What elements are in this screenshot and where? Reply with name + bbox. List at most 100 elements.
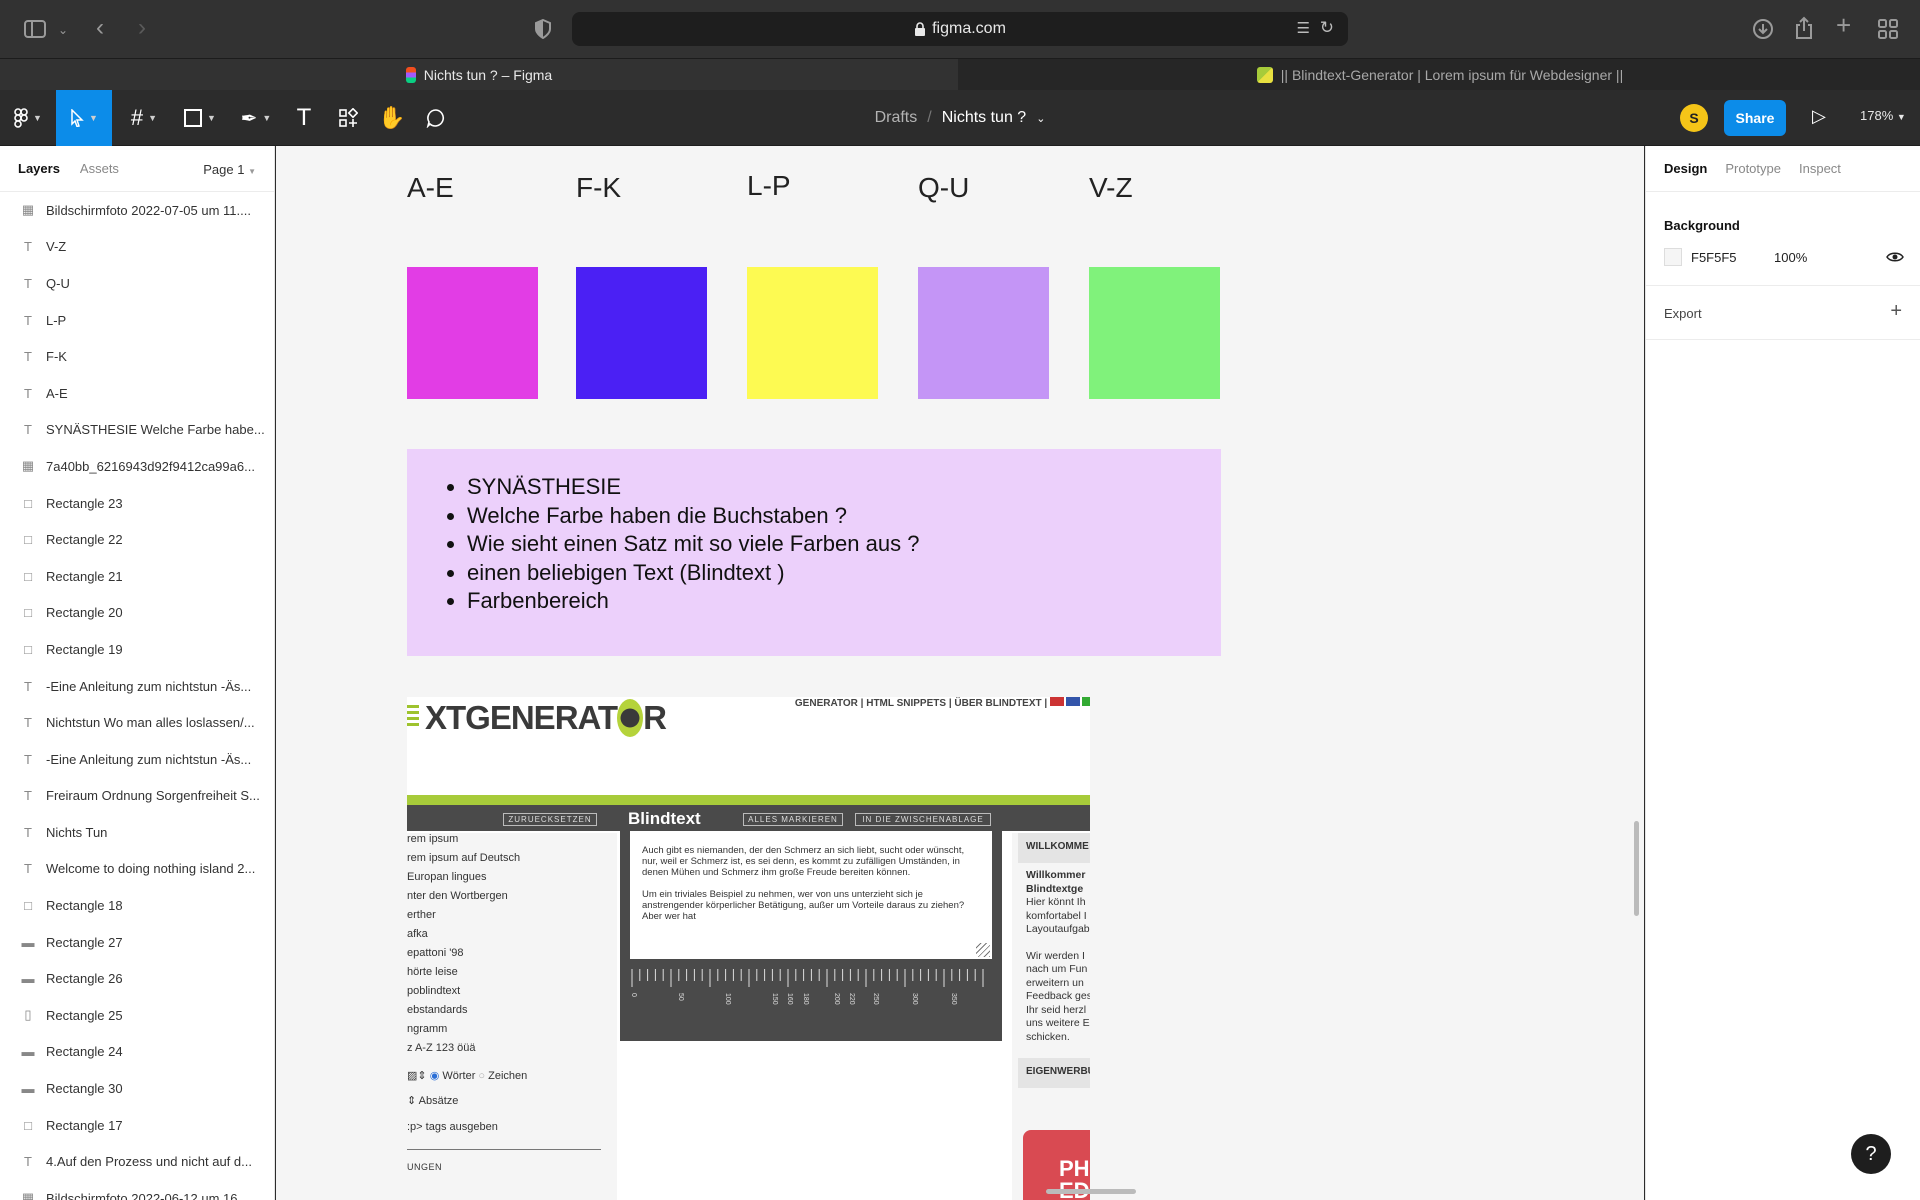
new-tab-icon[interactable]: + [1836,12,1851,38]
layer-row[interactable]: T Welcome to doing nothing island 2... [0,851,274,888]
tab-inspect[interactable]: Inspect [1799,161,1841,176]
chevron-down-icon[interactable]: ⌄ [1036,112,1045,125]
background-hex-input[interactable]: F5F5F5 [1691,250,1737,265]
swatch-label[interactable]: A-E [407,172,454,204]
file-name[interactable]: Nichts tun ? [942,109,1026,127]
color-swatch[interactable] [407,267,538,399]
layer-row[interactable]: ▬ Rectangle 27 [0,924,274,961]
synesthesia-text-box[interactable]: SYNÄSTHESIEWelche Farbe haben die Buchst… [407,449,1221,656]
zoom-level[interactable]: 178% ▼ [1860,108,1906,123]
layer-row[interactable]: □ Rectangle 19 [0,631,274,668]
layer-row[interactable]: □ Rectangle 23 [0,485,274,522]
embedded-screenshot[interactable]: XTGENERATOR GENERATOR | HTML SNIPPETS | … [407,697,1090,1200]
layer-row[interactable]: T -Eine Anleitung zum nichtstun -Äs... [0,741,274,778]
layer-row[interactable]: □ Rectangle 18 [0,887,274,924]
layer-row[interactable]: ▬ Rectangle 30 [0,1070,274,1107]
color-swatch[interactable] [1089,267,1220,399]
layer-name: Rectangle 30 [46,1081,123,1097]
text-tool[interactable]: T [284,90,324,146]
share-button[interactable]: Share [1724,100,1786,136]
layer-row[interactable]: ▯ Rectangle 25 [0,997,274,1034]
swatch-label[interactable]: V-Z [1089,172,1133,204]
layer-row[interactable]: ▬ Rectangle 24 [0,1034,274,1071]
layer-row[interactable]: T SYNÄSTHESIE Welche Farbe habe... [0,412,274,449]
vertical-scrollbar[interactable] [1634,821,1639,916]
layer-name: Rectangle 22 [46,532,123,548]
rectangle-layer-icon: □ [24,605,32,621]
lock-icon [915,22,926,36]
text-layer-icon: T [24,751,32,767]
tab-overview-icon[interactable] [1878,19,1898,43]
resources-tool[interactable] [328,90,368,146]
share-sheet-icon[interactable] [1794,16,1814,44]
background-color-swatch[interactable] [1664,248,1682,266]
swatch-label[interactable]: F-K [576,172,621,204]
swatch-label[interactable]: Q-U [918,172,969,204]
download-icon[interactable] [1752,18,1774,44]
embed-paragraph-1: Auch gibt es niemanden, der den Schmerz … [642,845,965,878]
layer-row[interactable]: T V-Z [0,229,274,266]
panel-tabs: Layers Assets Page 1 ▼ [0,146,274,192]
pen-tool[interactable]: ✒ ▼ [232,90,280,146]
layer-row[interactable]: T F-K [0,338,274,375]
layer-row[interactable]: T -Eine Anleitung zum nichtstun -Äs... [0,668,274,705]
tab-prototype[interactable]: Prototype [1725,161,1781,176]
layer-row[interactable]: T Freiraum Ordnung Sorgenfreiheit S... [0,778,274,815]
text-layer-icon: T [24,349,32,365]
comment-tool[interactable] [416,90,456,146]
back-arrow-icon[interactable]: ‹ [96,16,104,40]
page-selector[interactable]: Page 1 ▼ [203,162,256,177]
layer-row[interactable]: □ Rectangle 22 [0,521,274,558]
layer-row[interactable]: ▦ 7a40bb_6216943d92f9412ca99a6... [0,448,274,485]
layer-row[interactable]: T L-P [0,302,274,339]
eye-icon[interactable] [1886,250,1904,264]
embed-sidebar-item: erther [407,909,436,921]
tab-layers[interactable]: Layers [18,161,60,176]
layer-row[interactable]: □ Rectangle 20 [0,595,274,632]
color-swatch[interactable] [576,267,707,399]
bullet-item: SYNÄSTHESIE [467,473,919,502]
shape-tool[interactable]: ▼ [176,90,224,146]
present-play-icon[interactable]: ▷ [1812,106,1826,127]
tab-figma[interactable]: Nichts tun ? – Figma [0,59,958,91]
layer-row[interactable]: ▦ Bildschirmfoto 2022-06-12 um 16... [0,1180,274,1200]
layer-row[interactable]: □ Rectangle 17 [0,1107,274,1144]
welcome-line: schicken. [1026,1030,1070,1043]
layer-row[interactable]: □ Rectangle 21 [0,558,274,595]
chevron-down-icon: ▼ [207,113,216,123]
rectangle-layer-icon: □ [24,641,32,657]
forward-arrow-icon[interactable]: › [138,16,146,40]
shield-icon[interactable] [534,18,552,43]
help-button[interactable]: ? [1851,1134,1891,1174]
address-bar[interactable]: figma.com ☰ ↻ [572,12,1348,46]
background-opacity-input[interactable]: 100% [1774,250,1807,265]
tab-assets[interactable]: Assets [80,161,119,176]
layer-row[interactable]: ▬ Rectangle 26 [0,960,274,997]
layer-row[interactable]: T 4.Auf den Prozess und nicht auf d... [0,1143,274,1180]
color-swatch[interactable] [747,267,878,399]
reload-icon[interactable]: ↻ [1320,18,1334,38]
color-swatch[interactable] [918,267,1049,399]
move-tool[interactable]: ▼ [56,90,112,146]
tab-blindtext[interactable]: || Blindtext-Generator | Lorem ipsum für… [960,59,1920,91]
layer-row[interactable]: T A-E [0,375,274,412]
hand-tool[interactable]: ✋ [372,90,412,146]
layer-row[interactable]: T Nichtstun Wo man alles loslassen/... [0,704,274,741]
avatar[interactable]: S [1680,104,1708,132]
main-menu-button[interactable]: ▼ [0,90,56,146]
horizontal-scrollbar[interactable] [1046,1189,1136,1194]
add-export-icon[interactable]: + [1890,300,1902,323]
layer-row[interactable]: ▦ Bildschirmfoto 2022-07-05 um 11.... [0,192,274,229]
layer-row[interactable]: T Nichts Tun [0,814,274,851]
swatch-label[interactable]: L-P [747,170,791,202]
translate-icon[interactable]: ☰ [1297,19,1310,37]
breadcrumb-drafts[interactable]: Drafts [875,109,918,127]
canvas[interactable]: A-E F-K L-P Q-U V-Z SYNÄSTHESIEWelche Farbe … [276,146,1644,1200]
layer-row[interactable]: T Q-U [0,265,274,302]
tab-design[interactable]: Design [1664,161,1707,176]
chevron-down-icon[interactable]: ⌄ [58,20,68,40]
text-layer-icon: T [24,385,32,401]
rectangle-layer-icon: □ [24,532,32,548]
frame-tool[interactable]: # ▼ [120,90,168,146]
sidebar-toggle-icon[interactable] [24,20,46,42]
